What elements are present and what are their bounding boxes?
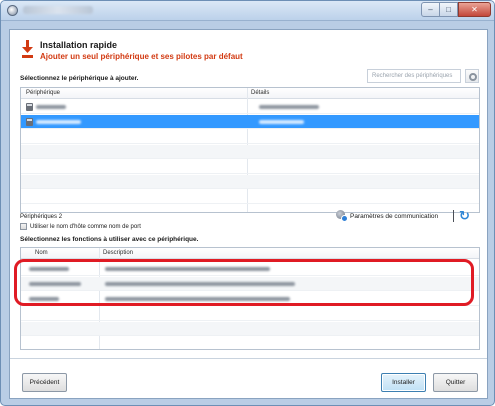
empty-row: [21, 175, 479, 189]
toolbar-divider: [453, 210, 454, 222]
hostname-port-checkbox[interactable]: [20, 223, 27, 230]
dialog-content: Installation rapide Ajouter un seul péri…: [9, 29, 488, 399]
printer-icon: [26, 103, 33, 111]
minimize-button[interactable]: –: [421, 2, 440, 17]
device-search-input[interactable]: Rechercher des périphériques: [367, 69, 461, 83]
back-button[interactable]: Précédent: [22, 373, 67, 392]
gear-icon: [469, 73, 477, 81]
maximize-button[interactable]: □: [440, 2, 458, 17]
functions-section-label: Sélectionnez les fonctions à utiliser av…: [20, 236, 199, 243]
refresh-icon[interactable]: ↻: [459, 209, 470, 222]
device-table-header: Périphérique Détails: [21, 88, 479, 99]
installer-window: – □ ✕ Installation rapide Ajouter un seu…: [0, 0, 495, 406]
device-table: Périphérique Détails: [20, 87, 480, 213]
device-details-redacted: [259, 120, 304, 124]
title-bar[interactable]: – □ ✕: [1, 1, 494, 21]
hostname-port-label[interactable]: Utiliser le nom d'hôte comme nom de port: [30, 224, 141, 230]
empty-row: [21, 307, 479, 321]
quit-button[interactable]: Quitter: [433, 373, 478, 392]
close-button[interactable]: ✕: [458, 2, 491, 17]
functions-table-header: Nom Description: [21, 248, 479, 259]
functions-highlight-annotation: [14, 259, 474, 306]
empty-row: [21, 160, 479, 174]
app-icon: [7, 5, 18, 16]
device-count: Périphériques 2: [20, 214, 63, 220]
device-row-selected[interactable]: [21, 115, 479, 129]
page-title: Installation rapide: [40, 40, 118, 50]
device-name-redacted: [36, 105, 66, 109]
empty-row: [21, 322, 479, 336]
footer-divider: [10, 358, 487, 359]
column-header-name[interactable]: Nom: [35, 250, 48, 256]
empty-row: [21, 190, 479, 204]
page-subtitle: Ajouter un seul périphérique et ses pilo…: [40, 52, 243, 61]
column-header-description[interactable]: Description: [103, 250, 133, 256]
device-details-redacted: [259, 105, 319, 109]
device-name-redacted: [36, 120, 81, 124]
empty-row: [21, 145, 479, 159]
search-settings-button[interactable]: [465, 69, 479, 83]
install-button[interactable]: Installer: [381, 373, 426, 392]
window-title: [23, 6, 93, 14]
column-header-device[interactable]: Périphérique: [26, 90, 60, 96]
communication-settings-link[interactable]: Paramètres de communication: [350, 213, 438, 220]
network-settings-icon[interactable]: [336, 210, 348, 222]
empty-row: [21, 130, 479, 144]
download-arrow-icon: [22, 40, 33, 58]
device-row[interactable]: [21, 100, 479, 114]
device-section-label: Sélectionnez le périphérique à ajouter.: [20, 75, 139, 82]
printer-icon: [26, 118, 33, 126]
column-header-details[interactable]: Détails: [251, 90, 269, 96]
